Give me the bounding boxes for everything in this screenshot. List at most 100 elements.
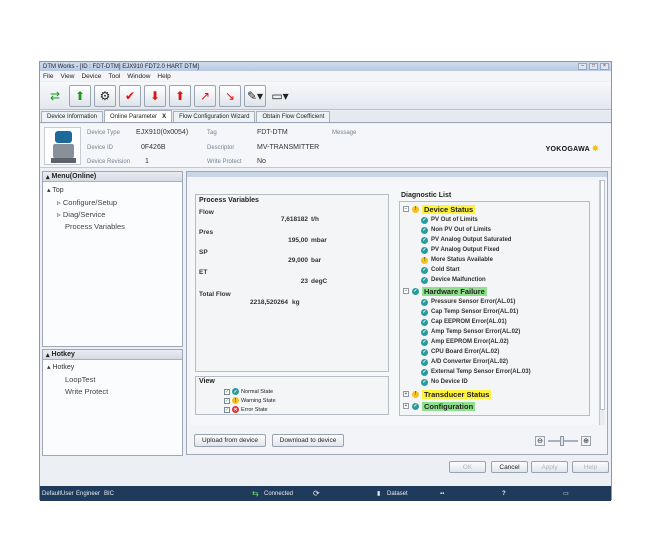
tag-value: FDT-DTM bbox=[257, 129, 288, 136]
online-icon[interactable]: ⬆ bbox=[69, 84, 91, 107]
menu-view[interactable]: View bbox=[60, 73, 74, 80]
zoom-slider-knob[interactable] bbox=[560, 436, 564, 446]
upload-icon[interactable]: ⬇ bbox=[144, 84, 166, 107]
diag-item: ✓ Device Malfunction bbox=[421, 276, 486, 284]
download-icon[interactable]: ⬆ bbox=[169, 84, 191, 107]
window-title: DTM Works - [ID : FDT-DTM] EJX910 FDT2.0… bbox=[43, 63, 200, 70]
question-icon[interactable]: ? bbox=[502, 491, 506, 497]
zoom-slider[interactable] bbox=[548, 436, 578, 446]
tab-close-icon[interactable]: X bbox=[162, 114, 166, 120]
diagnostic-list-title: Diagnostic List bbox=[401, 192, 452, 199]
ok-icon: ✓ bbox=[421, 378, 428, 386]
upload-from-device-button[interactable]: Upload from device bbox=[194, 434, 266, 447]
cancel-button[interactable]: Cancel bbox=[491, 461, 528, 473]
connect-icon[interactable]: ⇄ bbox=[44, 85, 66, 107]
ok-icon: ✓ bbox=[421, 328, 428, 336]
warning-state-checkbox[interactable]: ✓ bbox=[224, 397, 230, 404]
sync-icon: ⟳ bbox=[313, 489, 320, 498]
download-to-device-button[interactable]: Download to device bbox=[272, 434, 344, 447]
diag-item: ✓ PV Analog Output Fixed bbox=[421, 246, 500, 254]
device-id-value: 0F426B bbox=[141, 144, 166, 151]
tree-looptest[interactable]: LoopTest bbox=[65, 375, 95, 384]
write-protect-value: No bbox=[257, 158, 266, 165]
left-pane: ▴ Menu(Online) ▴ Top ▹ Configure/Setup ▹… bbox=[42, 171, 183, 456]
tree-diag-service[interactable]: ▹ Diag/Service bbox=[57, 210, 105, 219]
error-state-icon: ✕ bbox=[232, 406, 239, 413]
diag-category-device-status[interactable]: − ! Device Status bbox=[403, 204, 476, 214]
expand-icon[interactable]: + bbox=[403, 403, 409, 409]
tree-hotkey[interactable]: ▴ Hotkey bbox=[47, 363, 74, 371]
tab-flow-configuration-wizard[interactable]: Flow Configuration Wizard bbox=[173, 111, 256, 122]
arrow-down-icon[interactable]: ↘ bbox=[219, 84, 241, 107]
diag-item: ✓ CPU Board Error(AL.02) bbox=[421, 348, 500, 356]
close-icon[interactable]: × bbox=[600, 63, 609, 70]
status-role: Engineer bbox=[76, 490, 101, 497]
diag-category-transducer-status[interactable]: + ! Transducer Status bbox=[403, 389, 492, 399]
status-connection: Connected bbox=[264, 490, 294, 497]
maximize-icon[interactable]: □ bbox=[589, 63, 598, 70]
zoom-out-icon[interactable]: ⊖ bbox=[535, 436, 545, 446]
diag-category-hardware-failure[interactable]: − ✓ Hardware Failure bbox=[403, 286, 487, 296]
tab-device-information[interactable]: Device Information bbox=[41, 111, 104, 122]
tab-obtain-flow-coefficient[interactable]: Obtain Flow Coefficient bbox=[256, 111, 331, 122]
tree-configure-setup[interactable]: ▹ Configure/Setup bbox=[57, 198, 117, 207]
monitor-dropdown-icon[interactable]: ▭▾ bbox=[269, 85, 291, 107]
menu-tool[interactable]: Tool bbox=[108, 73, 120, 80]
device-parameter-icon[interactable]: ⚙ bbox=[94, 84, 116, 107]
menu-device[interactable]: Device bbox=[81, 73, 101, 80]
apply-button[interactable]: Apply bbox=[531, 461, 568, 473]
view-warning-row[interactable]: ✓ ! Warning State bbox=[224, 397, 276, 404]
normal-state-icon: ✓ bbox=[232, 388, 239, 395]
device-id-label: Device ID bbox=[87, 145, 114, 151]
device-info-header: Device Type EJX910(0x0054) Device ID 0F4… bbox=[40, 124, 611, 168]
collapse-icon[interactable]: − bbox=[403, 206, 409, 212]
menu-online-header[interactable]: ▴ Menu(Online) bbox=[43, 172, 182, 182]
vertical-scrollbar[interactable] bbox=[599, 180, 605, 425]
window-controls: – □ × bbox=[578, 63, 609, 70]
diag-item: ✓ A/D Converter Error(AL.02) bbox=[421, 358, 509, 366]
pv-sp-unit: bar bbox=[311, 257, 322, 264]
pv-sp-label: SP bbox=[199, 249, 208, 256]
diag-category-configuration[interactable]: + ✓ Configuration bbox=[403, 401, 476, 411]
menu-file[interactable]: File bbox=[43, 73, 53, 80]
diag-item: ✓ Cold Start bbox=[421, 266, 460, 274]
tool-dropdown-icon[interactable]: ✎▾ bbox=[244, 84, 266, 107]
tree-write-protect[interactable]: Write Protect bbox=[65, 387, 108, 396]
diag-item: ! More Status Available bbox=[421, 255, 493, 265]
view-normal-row[interactable]: ✓ ✓ Normal State bbox=[224, 388, 273, 395]
diag-item: ✓ Non PV Out of Limits bbox=[421, 226, 491, 234]
menu-help[interactable]: Help bbox=[157, 73, 170, 80]
process-variables-title: Process Variables bbox=[199, 197, 259, 204]
expand-icon[interactable]: + bbox=[403, 391, 409, 397]
menu-window[interactable]: Window bbox=[127, 73, 150, 80]
error-state-checkbox[interactable]: ✓ bbox=[224, 406, 230, 413]
tree-top[interactable]: ▴ Top bbox=[47, 186, 64, 194]
diag-item: ✓ Amp Temp Sensor Error(AL.02) bbox=[421, 328, 521, 336]
status-dataset: Dataset bbox=[387, 490, 408, 497]
view-error-row[interactable]: ✓ ✕ Error State bbox=[224, 406, 268, 413]
minimize-icon[interactable]: – bbox=[578, 63, 587, 70]
hotkey-panel: ▴ Hotkey ▴ Hotkey LoopTest Write Protect bbox=[42, 349, 183, 456]
normal-state-checkbox[interactable]: ✓ bbox=[224, 388, 230, 395]
scroll-thumb[interactable] bbox=[600, 180, 605, 410]
zoom-in-icon[interactable]: ⊕ bbox=[581, 436, 591, 446]
ok-icon: ✓ bbox=[421, 318, 428, 326]
warning-icon: ! bbox=[421, 256, 428, 264]
diag-item: ✓ External Temp Sensor Error(AL.03) bbox=[421, 368, 531, 376]
help-button[interactable]: Help bbox=[572, 461, 609, 473]
online-parameter-main: Process Variables Flow 7,618182 t/h Pres… bbox=[186, 171, 608, 455]
check-icon[interactable]: ✔ bbox=[119, 84, 141, 107]
collapse-icon[interactable]: − bbox=[403, 288, 409, 294]
ok-button[interactable]: OK bbox=[449, 461, 486, 473]
view-title: View bbox=[199, 378, 215, 385]
tag-label: Tag bbox=[207, 130, 217, 136]
status-user: DefaultUser bbox=[42, 490, 74, 497]
monitor-icon: ▭ bbox=[563, 491, 569, 497]
ok-icon: ✓ bbox=[421, 276, 428, 284]
ok-icon: ✓ bbox=[421, 348, 428, 356]
hotkey-header[interactable]: ▴ Hotkey bbox=[43, 350, 182, 360]
tree-process-variables[interactable]: Process Variables bbox=[65, 222, 125, 231]
tab-online-parameter[interactable]: Online Parameter X bbox=[104, 110, 173, 122]
arrow-up-icon[interactable]: ↗ bbox=[194, 84, 216, 107]
toolbar: ⇄ ⬆ ⚙ ✔ ⬇ ⬆ ↗ ↘ ✎▾ ▭▾ bbox=[40, 82, 611, 110]
